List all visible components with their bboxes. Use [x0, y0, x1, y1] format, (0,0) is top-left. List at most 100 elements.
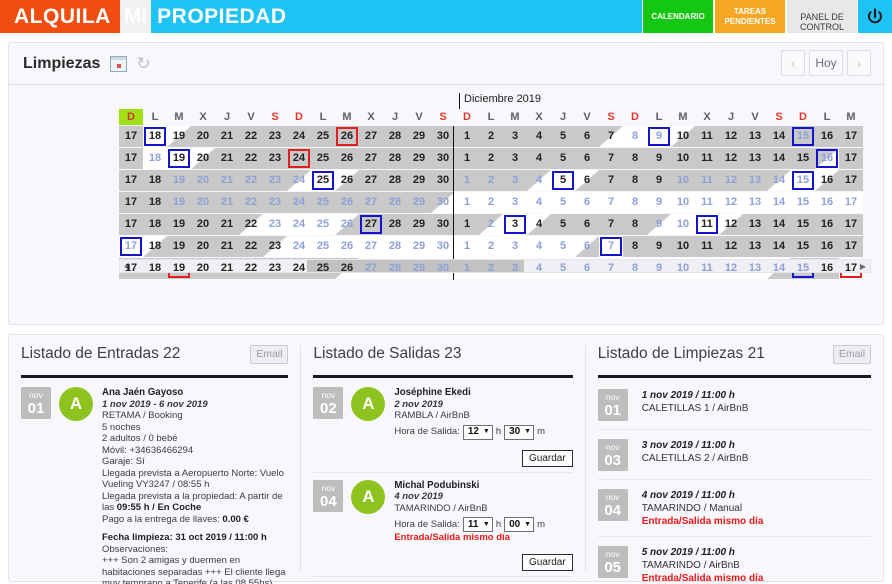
calendar-cell[interactable]: 15	[791, 148, 815, 169]
calendar-cell[interactable]: 4	[527, 192, 551, 213]
calendar-cell[interactable]: 7	[599, 126, 623, 147]
hour-select[interactable]: 12 ▼	[462, 424, 493, 440]
refresh-icon[interactable]: ↻	[136, 55, 150, 72]
calendar-cell[interactable]: 2	[479, 148, 503, 169]
calendar-cell[interactable]: 20	[191, 126, 215, 147]
calendar-cell[interactable]: 2	[479, 192, 503, 213]
calendar-cell[interactable]: 23	[263, 148, 287, 169]
calendar-cell[interactable]: 12	[719, 126, 743, 147]
calendar-cell[interactable]: 18	[143, 214, 167, 235]
calendar-cell[interactable]: 12	[719, 148, 743, 169]
calendar-cell[interactable]: 22	[239, 192, 263, 213]
calendar-cell[interactable]: 29	[407, 148, 431, 169]
calendar-cell[interactable]: 13	[743, 192, 767, 213]
calendar-cell[interactable]: 7	[599, 214, 623, 235]
calendar-cell[interactable]: 25	[311, 170, 335, 191]
calendar-cell[interactable]: 1	[455, 126, 479, 147]
calendar-cell[interactable]: 19	[167, 170, 191, 191]
list-item[interactable]: nov 03 3 nov 2019 / 11:00 h CALETILLAS 2 / …	[597, 430, 871, 480]
calendar-cell[interactable]: 21	[215, 214, 239, 235]
calendar-cell[interactable]: 2	[479, 236, 503, 257]
calendar-cell[interactable]: 30	[431, 148, 455, 169]
calendar-cell[interactable]: 7	[599, 170, 623, 191]
calendar-cell[interactable]: 10	[671, 214, 695, 235]
limpiezas-email-button[interactable]: Email	[833, 345, 871, 364]
calendar-cell[interactable]: 16	[815, 126, 839, 147]
calendar-cell[interactable]: 27	[359, 148, 383, 169]
calendar-cell[interactable]: 24	[287, 214, 311, 235]
list-item[interactable]: nov 02 A Joséphine Ekedi 2 nov 2019 RAMBLA / …	[313, 380, 573, 473]
calendar-cell[interactable]: 15	[791, 192, 815, 213]
hour-select[interactable]: 11 ▼	[462, 517, 493, 532]
calendar-cell[interactable]: 1	[455, 236, 479, 257]
calendar-cell[interactable]: 28	[383, 148, 407, 169]
calendar-cell[interactable]: 22	[239, 170, 263, 191]
calendar-cell[interactable]: 13	[743, 170, 767, 191]
calendar-cell[interactable]: 6	[575, 148, 599, 169]
calendar-cell[interactable]: 6	[575, 236, 599, 257]
calendar-cell[interactable]: 17	[119, 236, 143, 257]
list-item[interactable]: nov 01 A Ana Jaén Gayoso 1 nov 2019 - 6 …	[21, 380, 288, 584]
calendar-cell[interactable]: 23	[263, 192, 287, 213]
calendar-cell[interactable]: 25	[311, 126, 335, 147]
calendar-cell[interactable]: 19	[167, 236, 191, 257]
calendar-cell[interactable]: 7	[599, 148, 623, 169]
calendar-cell[interactable]: 27	[359, 170, 383, 191]
calendar-cell[interactable]: 1	[455, 192, 479, 213]
calendar-cell[interactable]: 28	[383, 192, 407, 213]
calendar-cell[interactable]: 14	[767, 170, 791, 191]
calendar-cell[interactable]: 1	[455, 214, 479, 235]
calendar-cell[interactable]: 16	[815, 148, 839, 169]
calendar-cell[interactable]: 3	[503, 236, 527, 257]
list-item[interactable]: nov05Noche extra Michal Podubinski5 nov …	[313, 577, 572, 584]
calendar-cell[interactable]: 24	[287, 126, 311, 147]
calendar-cell[interactable]: 13	[743, 148, 767, 169]
calendar-cell[interactable]: 29	[407, 126, 431, 147]
calendar-cell[interactable]: 17	[839, 126, 863, 147]
calendar-cell[interactable]: 17	[839, 236, 863, 257]
calendar-cell[interactable]: 17	[119, 170, 143, 191]
calendar-cell[interactable]: 18	[143, 236, 167, 257]
calendar-cell[interactable]: 12	[719, 170, 743, 191]
calendar-cell[interactable]: 23	[263, 170, 287, 191]
calendar-cell[interactable]: 15	[791, 214, 815, 235]
calendar-cell[interactable]: 2	[479, 170, 503, 191]
calendar-cell[interactable]: 21	[215, 236, 239, 257]
calendar-cell[interactable]: 9	[647, 192, 671, 213]
calendar-cell[interactable]: 11	[695, 126, 719, 147]
calendar-cell[interactable]: 4	[527, 126, 551, 147]
calendar-cell[interactable]: 26	[335, 236, 359, 257]
calendar-cell[interactable]: 5	[551, 236, 575, 257]
calendar-cell[interactable]: 29	[407, 192, 431, 213]
calendar-cell[interactable]: 6	[575, 214, 599, 235]
calendar-cell[interactable]: 9	[647, 148, 671, 169]
calendar-cell[interactable]: 4	[527, 236, 551, 257]
calendar-cell[interactable]: 13	[743, 236, 767, 257]
calendar-cell[interactable]: 25	[311, 236, 335, 257]
calendar-cell[interactable]: 5	[551, 148, 575, 169]
save-button[interactable]: Guardar	[522, 449, 573, 467]
calendar-cell[interactable]: 23	[263, 126, 287, 147]
calendar-cell[interactable]: 24	[287, 170, 311, 191]
calendar-cell[interactable]: 11	[695, 170, 719, 191]
calendar-cell[interactable]: 7	[599, 236, 623, 257]
calendar-cell[interactable]: 28	[383, 126, 407, 147]
calendar-cell[interactable]: 2	[479, 126, 503, 147]
calendar-cell[interactable]: 22	[239, 148, 263, 169]
list-item[interactable]: nov 04 A Michal Podubinski 4 nov 2019 TAMARIN…	[313, 473, 573, 577]
calendar-cell[interactable]: 19	[167, 148, 191, 169]
calendar-cell[interactable]: 17	[119, 192, 143, 213]
calendar-cell[interactable]: 5	[551, 126, 575, 147]
calendar-cell[interactable]: 10	[671, 126, 695, 147]
calendar-cell[interactable]: 26	[335, 148, 359, 169]
calendar-cell[interactable]: 2	[479, 214, 503, 235]
calendar-cell[interactable]: 18	[143, 126, 167, 147]
calendar-cell[interactable]: 10	[671, 148, 695, 169]
calendar-cell[interactable]: 14	[767, 148, 791, 169]
calendar-cell[interactable]: 20	[191, 170, 215, 191]
calendar-cell[interactable]: 17	[839, 214, 863, 235]
calendar-cell[interactable]: 1	[455, 170, 479, 191]
calendar-cell[interactable]: 9	[647, 170, 671, 191]
calendar-cell[interactable]: 17	[839, 148, 863, 169]
calendar-cell[interactable]: 20	[191, 214, 215, 235]
